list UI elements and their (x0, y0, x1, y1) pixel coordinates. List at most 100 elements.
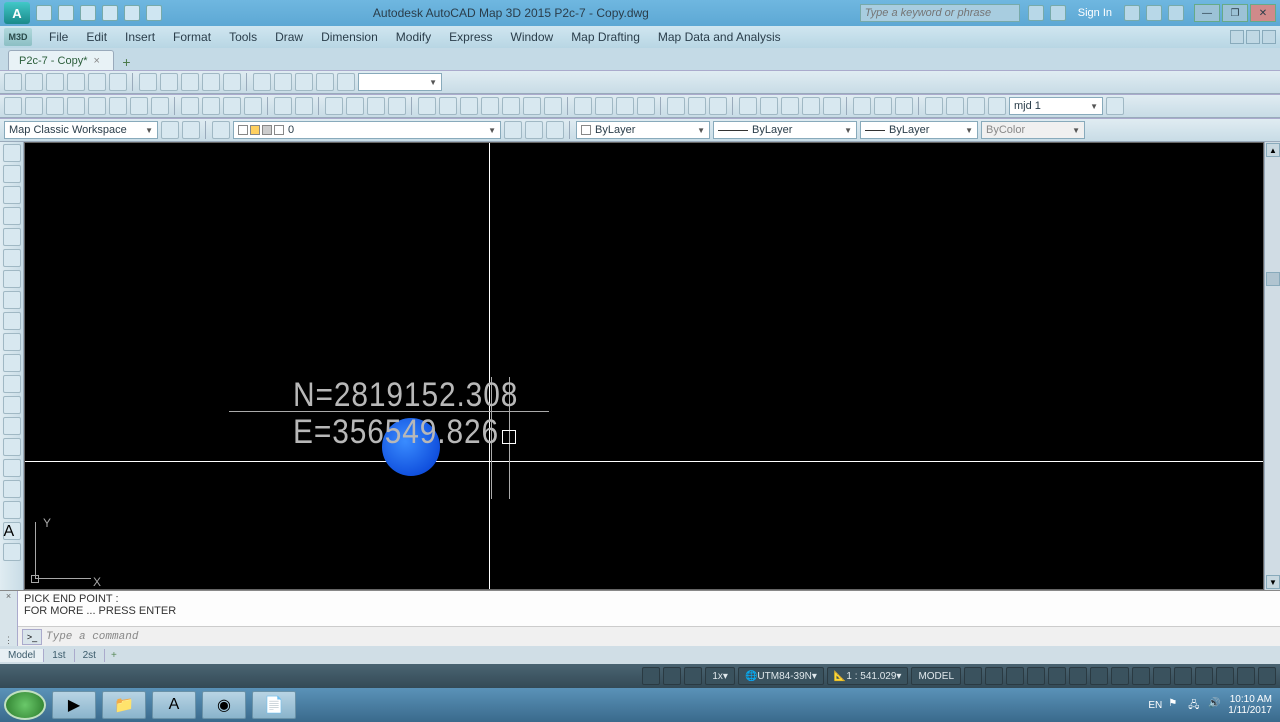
sb-icon[interactable] (1027, 667, 1045, 685)
tb-icon[interactable] (223, 73, 241, 91)
tab-layout1[interactable]: 1st (44, 649, 74, 662)
save-icon[interactable] (80, 5, 96, 21)
tab-model[interactable]: Model (0, 649, 44, 662)
gradient-icon[interactable] (3, 459, 21, 477)
revcloud-icon[interactable] (3, 291, 21, 309)
sb-icon[interactable] (1216, 667, 1234, 685)
print-icon[interactable] (146, 5, 162, 21)
block-icon[interactable] (3, 396, 21, 414)
tb-icon[interactable] (418, 97, 436, 115)
sb-icon[interactable] (1195, 667, 1213, 685)
zoom-level[interactable]: 1x ▾ (705, 667, 735, 685)
doc-restore-button[interactable] (1246, 30, 1260, 44)
ellipse-icon[interactable] (3, 333, 21, 351)
search-icon[interactable] (1028, 5, 1044, 21)
new-icon[interactable] (36, 5, 52, 21)
drawing-canvas[interactable]: N=2819152.308 E=356549.826 Y X (24, 142, 1264, 590)
stayconnected-icon[interactable] (1146, 5, 1162, 21)
tb-icon[interactable] (130, 97, 148, 115)
maximize-button[interactable]: ❐ (1222, 4, 1248, 22)
tb-icon[interactable] (823, 97, 841, 115)
sb-icon[interactable] (1006, 667, 1024, 685)
redo-icon[interactable] (124, 5, 140, 21)
m3d-badge[interactable]: M3D (4, 28, 32, 46)
zoom-rt-icon[interactable] (346, 97, 364, 115)
tb-icon[interactable] (202, 73, 220, 91)
tb-icon[interactable] (874, 97, 892, 115)
layer-lock-icon[interactable] (88, 73, 106, 91)
tb-icon[interactable] (151, 97, 169, 115)
tb-icon[interactable] (181, 73, 199, 91)
taskbar-chrome[interactable]: ◉ (202, 691, 246, 719)
doc-minimize-button[interactable] (1230, 30, 1244, 44)
close-button[interactable]: ✕ (1250, 4, 1276, 22)
new-icon[interactable] (4, 97, 22, 115)
dim-style-combo[interactable]: mjd 1▼ (1009, 97, 1103, 115)
tb-icon[interactable] (988, 97, 1006, 115)
tray-network-icon[interactable]: 🖧 (1188, 698, 1202, 712)
paste-icon[interactable] (223, 97, 241, 115)
workspace-combo[interactable]: Map Classic Workspace▼ (4, 121, 158, 139)
sb-icon[interactable] (1132, 667, 1150, 685)
command-handle[interactable]: ×⋮ (0, 591, 18, 646)
tb-icon[interactable] (525, 121, 543, 139)
open-icon[interactable] (25, 97, 43, 115)
sb-icon[interactable] (964, 667, 982, 685)
infer-icon[interactable] (684, 667, 702, 685)
tb-icon[interactable] (253, 73, 271, 91)
scroll-down-icon[interactable]: ▼ (1266, 575, 1280, 589)
taskbar-explorer[interactable]: 📁 (102, 691, 146, 719)
command-history[interactable]: PICK END POINT : FOR MORE ... PRESS ENTE… (18, 591, 1280, 626)
tab-layout-add[interactable]: + (105, 650, 123, 661)
tb-icon[interactable] (139, 73, 157, 91)
tb-icon[interactable] (946, 97, 964, 115)
menu-mapdrafting[interactable]: Map Drafting (562, 30, 649, 44)
vertical-scrollbar[interactable]: ▲ ▼ (1264, 142, 1280, 590)
redo-icon[interactable] (295, 97, 313, 115)
tb-icon[interactable] (760, 97, 778, 115)
arc-icon[interactable] (3, 186, 21, 204)
menu-edit[interactable]: Edit (77, 30, 116, 44)
tab-layout2[interactable]: 2st (75, 649, 105, 662)
tb-icon[interactable] (502, 97, 520, 115)
autodesk360-icon[interactable] (1050, 5, 1066, 21)
polyline-icon[interactable] (3, 165, 21, 183)
dim-ord-icon[interactable] (637, 97, 655, 115)
file-tab-new[interactable]: + (118, 54, 134, 70)
scroll-thumb[interactable] (1266, 272, 1280, 286)
menu-express[interactable]: Express (440, 30, 501, 44)
sb-icon[interactable] (1048, 667, 1066, 685)
start-button[interactable] (4, 690, 46, 720)
hatch-icon[interactable] (3, 438, 21, 456)
save-icon[interactable] (46, 97, 64, 115)
line-icon[interactable] (3, 144, 21, 162)
arc2-icon[interactable] (3, 249, 21, 267)
color-combo[interactable]: ByLayer▼ (576, 121, 710, 139)
model-space[interactable]: MODEL (911, 667, 961, 685)
exchange-icon[interactable] (1124, 5, 1140, 21)
preview-icon[interactable] (88, 97, 106, 115)
snap-icon[interactable] (663, 667, 681, 685)
layer-manager-icon[interactable] (212, 121, 230, 139)
sb-icon[interactable] (1111, 667, 1129, 685)
linetype-combo[interactable]: ByLayer▼ (713, 121, 857, 139)
table-icon[interactable] (3, 501, 21, 519)
tb-icon[interactable] (1106, 97, 1124, 115)
customize-icon[interactable] (1258, 667, 1276, 685)
empty-combo[interactable]: ▼ (358, 73, 442, 91)
command-input[interactable]: Type a command (46, 631, 1280, 643)
tb-icon[interactable] (274, 73, 292, 91)
menu-mapdata[interactable]: Map Data and Analysis (649, 30, 790, 44)
region-icon[interactable] (3, 480, 21, 498)
signin-link[interactable]: Sign In (1072, 7, 1118, 19)
tb-icon[interactable] (337, 73, 355, 91)
layer-tool-icon[interactable] (4, 73, 22, 91)
command-prompt-icon[interactable]: >_ (22, 629, 42, 645)
menu-format[interactable]: Format (164, 30, 220, 44)
tb-icon[interactable] (781, 97, 799, 115)
matchprop-icon[interactable] (244, 97, 262, 115)
tb-icon[interactable] (895, 97, 913, 115)
zoom-prev-icon[interactable] (388, 97, 406, 115)
taskbar-notepad[interactable]: 📄 (252, 691, 296, 719)
dim-aligned-icon[interactable] (595, 97, 613, 115)
